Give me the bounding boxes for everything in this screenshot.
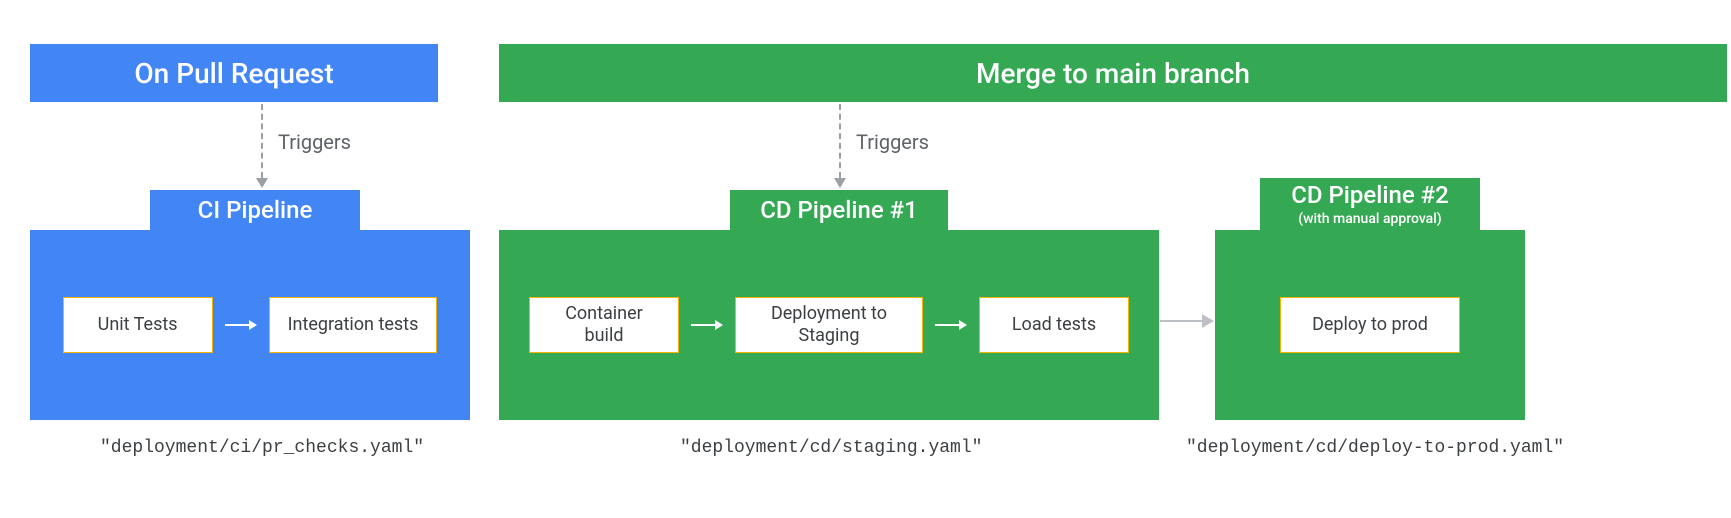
cd-triggers-label: Triggers — [856, 130, 929, 154]
ci-pipeline-title: CI Pipeline — [198, 196, 313, 224]
ci-trigger-header: On Pull Request — [30, 44, 438, 102]
cd1-step-deploy-staging: Deployment to Staging — [735, 297, 923, 353]
arrow-icon — [691, 320, 723, 330]
ci-trigger-arrow-head — [256, 178, 268, 188]
cd2-step-deploy-prod: Deploy to prod — [1280, 297, 1460, 353]
pipeline-connector-line — [1160, 320, 1202, 322]
cd-trigger-header: Merge to main branch — [499, 44, 1727, 102]
cd1-pipeline-body: Container build Deployment to Staging Lo… — [499, 230, 1159, 420]
cd2-pipeline-body: Deploy to prod — [1215, 230, 1525, 420]
ci-pipeline-body: Unit Tests Integration tests — [30, 230, 470, 420]
cd-trigger-arrow-head — [834, 178, 846, 188]
ci-trigger-label: On Pull Request — [134, 57, 333, 90]
cd1-step-container-build: Container build — [529, 297, 679, 353]
arrow-icon — [225, 320, 257, 330]
pipeline-connector-arrow-head — [1202, 314, 1214, 328]
cd1-pipeline-tab: CD Pipeline #1 — [730, 190, 948, 230]
ci-yaml-path: "deployment/ci/pr_checks.yaml" — [100, 438, 424, 458]
cd2-pipeline-tab: CD Pipeline #2 (with manual approval) — [1260, 178, 1480, 230]
cd2-pipeline-subtitle: (with manual approval) — [1298, 211, 1441, 227]
ci-step-integration-tests: Integration tests — [269, 297, 438, 353]
ci-trigger-arrow-line — [261, 104, 263, 178]
cd2-pipeline-title: CD Pipeline #2 — [1291, 181, 1449, 209]
cd1-yaml-path: "deployment/cd/staging.yaml" — [680, 438, 982, 458]
cd1-pipeline-title: CD Pipeline #1 — [760, 196, 918, 224]
ci-pipeline-tab: CI Pipeline — [150, 190, 360, 230]
arrow-icon — [935, 320, 967, 330]
cd2-yaml-path: "deployment/cd/deploy-to-prod.yaml" — [1186, 438, 1564, 458]
ci-step-unit-tests: Unit Tests — [63, 297, 213, 353]
cd1-step-load-tests: Load tests — [979, 297, 1129, 353]
cd-trigger-label: Merge to main branch — [976, 57, 1250, 90]
cd-trigger-arrow-line — [839, 104, 841, 178]
ci-triggers-label: Triggers — [278, 130, 351, 154]
